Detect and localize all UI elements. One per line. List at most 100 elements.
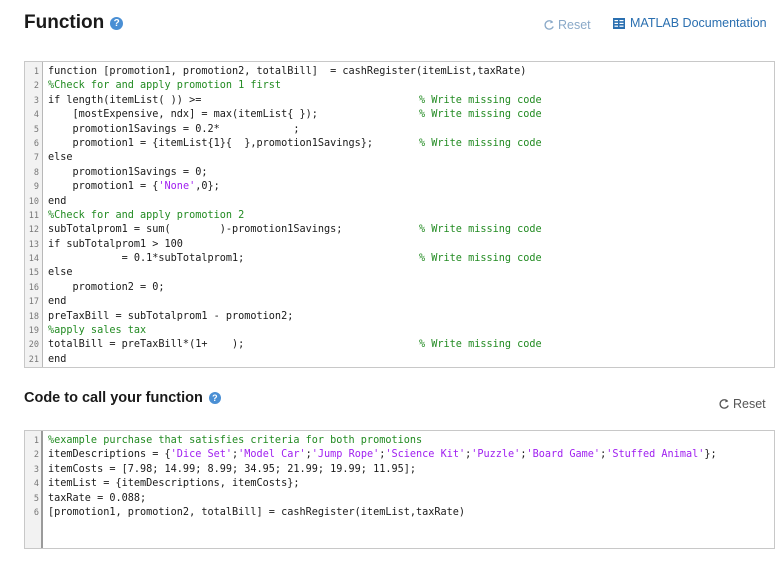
code-token: itemDescriptions = { <box>48 449 171 461</box>
code-text: promotion1 = {'None',0}; <box>43 180 774 194</box>
code-text: = 0.1*subTotalprom1; % Write missing code <box>43 252 774 266</box>
code-token: %example purchase that satisfies criteri… <box>48 435 423 446</box>
code-line[interactable]: 7 else <box>25 151 774 165</box>
code-token: else <box>48 152 73 164</box>
code-text: taxRate = 0.088; <box>43 492 774 506</box>
code-token: promotion1 = { <box>48 181 159 193</box>
code-line[interactable]: 13 if subTotalprom1 > 100 <box>25 238 774 252</box>
call-code-editor[interactable]: 1 %example purchase that satisfies criter… <box>24 430 775 549</box>
code-line[interactable]: 10 end <box>25 195 774 209</box>
line-number: 8 <box>33 167 39 178</box>
code-line[interactable]: 6 promotion1 = {itemList{1}{ },promotion… <box>25 137 774 151</box>
reset-icon <box>544 20 554 30</box>
function-reset-button[interactable]: Reset <box>543 18 591 32</box>
code-line[interactable]: 3 if length(itemList( )) >= % Write missin… <box>25 94 774 108</box>
line-number: 15 <box>28 268 39 279</box>
code-token: %Check for and apply promotion 1 first <box>48 80 282 92</box>
code-line[interactable]: 5 promotion1Savings = 0.2* ; <box>25 123 774 137</box>
line-number: 1 <box>33 67 39 77</box>
code-text: end <box>43 195 774 209</box>
code-line[interactable]: 21 end <box>25 353 774 367</box>
code-line[interactable]: 18 preTaxBill = subTotalprom1 - promotion… <box>25 310 774 324</box>
code-line[interactable]: 5 taxRate = 0.088; <box>25 492 774 506</box>
call-title-text: Code to call your function <box>24 390 203 406</box>
question-circle-icon[interactable]: ? <box>110 16 124 30</box>
code-token: promotion1 = {itemList{1}{ },promotion1S… <box>48 137 374 149</box>
code-token: %apply sales tax <box>48 325 147 337</box>
matlab-documentation-link[interactable]: MATLAB Documentation <box>613 16 767 30</box>
code-text: end <box>43 295 774 309</box>
code-token: 'Jump Rope' <box>311 449 380 461</box>
code-text: if length(itemList( )) >= % Write missing… <box>43 94 774 108</box>
line-number: 19 <box>28 326 39 337</box>
code-token: 'Board Game' <box>526 449 601 461</box>
code-line[interactable]: 2 itemDescriptions = {'Dice Set';'Model C… <box>25 448 774 462</box>
code-line[interactable]: 4 itemList = {itemDescriptions, itemCosts… <box>25 477 774 491</box>
code-token: }; <box>704 449 717 461</box>
code-text: totalBill = preTaxBill*(1+ ); % Write mis… <box>43 338 774 352</box>
code-token: 'Puzzle' <box>471 449 521 461</box>
line-number: 2 <box>33 81 39 92</box>
code-token: 'Science Kit' <box>385 449 466 461</box>
documentation-icon <box>613 17 625 29</box>
line-number: 4 <box>33 110 39 121</box>
code-text: if subTotalprom1 > 100 <box>43 238 774 252</box>
reset-icon <box>719 399 729 409</box>
function-title-text: Function <box>24 12 105 33</box>
question-circle-icon[interactable]: ? <box>208 392 221 404</box>
code-token: %Check for and apply promotion 2 <box>48 209 245 221</box>
code-text: function [promotion1, promotion2, totalB… <box>43 65 774 79</box>
code-token: function [promotion1, promotion2, totalB… <box>48 66 527 77</box>
code-line[interactable]: 14 = 0.1*subTotalprom1; % Write missing c… <box>25 252 774 266</box>
function-code-lines: 1 function [promotion1, promotion2, total… <box>25 65 774 367</box>
code-token: 'Model Car' <box>238 449 306 461</box>
code-token: 'Stuffed Animal' <box>606 449 705 461</box>
code-token: [promotion1, promotion2, totalBill] = ca… <box>48 506 466 518</box>
code-line[interactable]: 11 %Check for and apply promotion 2 <box>25 209 774 223</box>
code-token: subTotalprom1 = sum( )-promotion1Savings… <box>48 224 343 236</box>
code-token: totalBill = preTaxBill*(1+ ); <box>48 339 245 351</box>
code-line[interactable]: 20 totalBill = preTaxBill*(1+ ); % Write m… <box>25 338 774 352</box>
code-text: end <box>43 353 774 367</box>
code-token: end <box>48 296 67 308</box>
line-number: 11 <box>28 210 39 221</box>
line-number: 5 <box>33 493 39 504</box>
code-token: if subTotalprom1 > 100 <box>48 238 183 250</box>
code-line[interactable]: 15 else <box>25 266 774 280</box>
code-line[interactable]: 2 %Check for and apply promotion 1 first <box>25 79 774 93</box>
code-line[interactable]: 4 [mostExpensive, ndx] = max(itemList{ }… <box>25 108 774 122</box>
code-line[interactable]: 12 subTotalprom1 = sum( )-promotion1Savin… <box>25 223 774 237</box>
code-line[interactable]: 9 promotion1 = {'None',0}; <box>25 180 774 194</box>
line-number: 12 <box>28 225 39 236</box>
line-number: 9 <box>33 182 39 193</box>
missing-code-comment: % Write missing code <box>419 109 542 121</box>
missing-code-comment: % Write missing code <box>419 137 542 149</box>
code-text: promotion1 = {itemList{1}{ },promotion1S… <box>43 137 774 151</box>
code-text: %example purchase that satisfies criteri… <box>43 434 774 448</box>
code-line[interactable]: 17 end <box>25 295 774 309</box>
code-text: promotion1Savings = 0; <box>43 166 774 180</box>
code-line[interactable]: 16 promotion2 = 0; <box>25 281 774 295</box>
line-number: 7 <box>33 153 39 164</box>
line-number: 2 <box>33 450 39 461</box>
code-line[interactable]: 3 itemCosts = [7.98; 14.99; 8.99; 34.95; … <box>25 463 774 477</box>
code-token: taxRate = 0.088; <box>48 492 147 504</box>
code-text: promotion1Savings = 0.2* ; <box>43 123 774 137</box>
line-number: 13 <box>28 239 39 250</box>
code-token: promotion1Savings = 0.2* ; <box>48 123 300 135</box>
function-code-editor[interactable]: 1 function [promotion1, promotion2, total… <box>24 61 775 368</box>
code-text: %apply sales tax <box>43 324 774 338</box>
code-line[interactable]: 19 %apply sales tax <box>25 324 774 338</box>
code-line[interactable]: 1 %example purchase that satisfies criter… <box>25 434 774 448</box>
matlab-documentation-label: MATLAB Documentation <box>630 16 767 30</box>
code-token: 'None' <box>158 181 196 193</box>
code-line[interactable]: 8 promotion1Savings = 0; <box>25 166 774 180</box>
code-line[interactable]: 6 [promotion1, promotion2, totalBill] = c… <box>25 506 774 520</box>
line-number: 3 <box>33 464 39 475</box>
call-reset-button[interactable]: Reset <box>718 397 766 411</box>
code-line[interactable]: 1 function [promotion1, promotion2, total… <box>25 65 774 79</box>
code-token: if length(itemList( )) >= <box>48 94 202 106</box>
code-token: promotion2 = 0; <box>48 281 165 293</box>
line-number: 5 <box>33 124 39 135</box>
code-text: else <box>43 266 774 280</box>
